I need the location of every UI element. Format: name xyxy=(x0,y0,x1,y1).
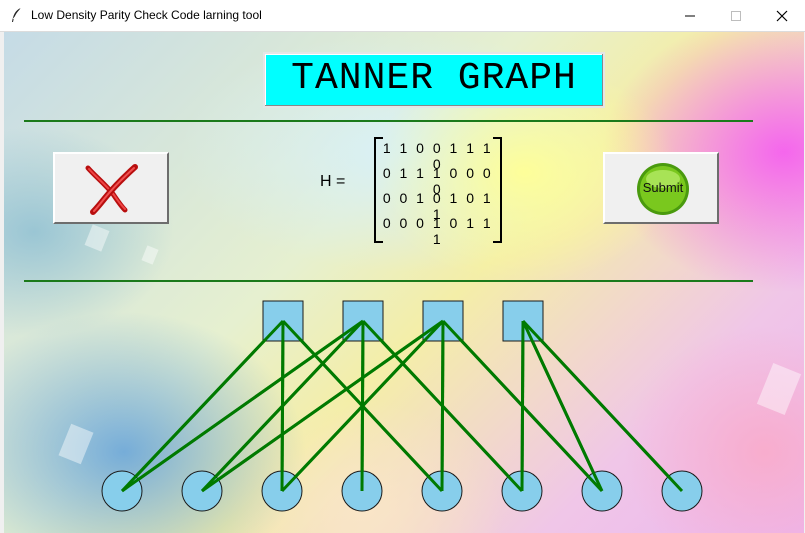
close-button[interactable] xyxy=(759,0,805,31)
app-canvas: TANNER GRAPH Submit H = 1 1 0 0 1 1 1 0 … xyxy=(4,32,804,533)
graph-edge xyxy=(521,320,604,492)
close-icon xyxy=(776,10,788,22)
title-bar: Low Density Parity Check Code larning to… xyxy=(0,0,805,32)
graph-edge xyxy=(521,319,684,493)
maximize-button[interactable] xyxy=(713,0,759,31)
minimize-icon xyxy=(685,15,695,17)
maximize-icon xyxy=(731,11,741,21)
graph-edge xyxy=(201,319,444,493)
window-title: Low Density Parity Check Code larning to… xyxy=(31,8,262,22)
minimize-button[interactable] xyxy=(667,0,713,31)
graph-edge xyxy=(440,320,445,492)
graph-edge xyxy=(120,319,285,493)
graph-edge xyxy=(121,319,364,493)
feather-icon xyxy=(12,7,22,22)
graph-edge xyxy=(520,320,525,492)
tanner-graph xyxy=(101,300,703,512)
